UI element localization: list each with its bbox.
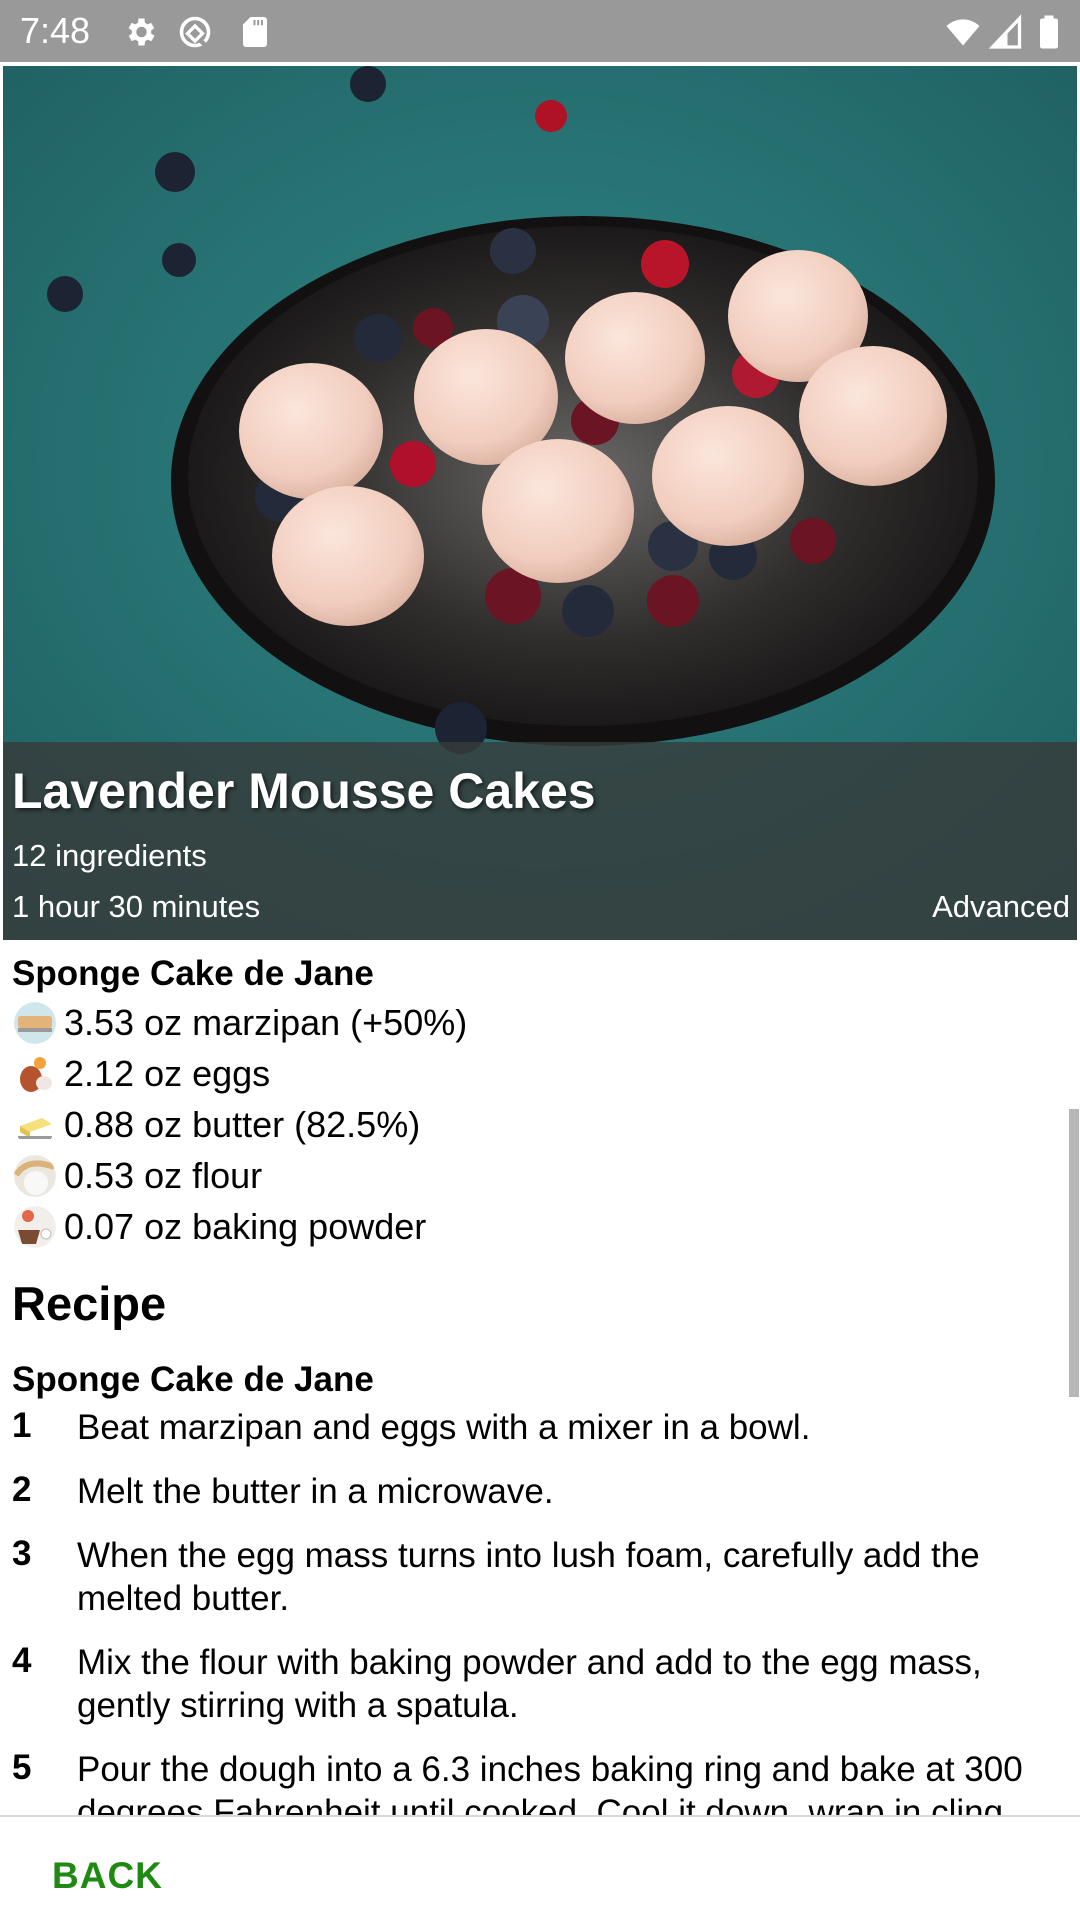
step-text: Pour the dough into a 6.3 inches baking … [77,1750,1023,1815]
step-number: 4 [12,1641,32,1680]
ingredients-count: 12 ingredients [12,838,207,873]
scrollbar[interactable] [1069,1109,1079,1397]
difficulty-level: Advanced [932,889,1070,924]
recipe-section-title: Sponge Cake de Jane [12,1360,374,1399]
butter-thumbnail [14,1104,56,1146]
sd-card-icon [243,17,267,47]
ingredient-item: 0.53 oz flour [14,1152,262,1200]
settings-icon [128,18,155,46]
step-text: Beat marzipan and eggs with a mixer in a… [77,1408,811,1447]
step-number: 3 [12,1534,32,1573]
ingredient-item: 0.07 oz baking powder [14,1203,426,1251]
data-saver-icon [179,16,211,48]
status-time: 7:48 [20,10,91,51]
cell-signal-icon [988,14,1022,49]
baking-powder-thumbnail [14,1206,56,1248]
step-text: When the egg mass turns into lush foam, … [77,1536,980,1618]
battery-icon [1040,15,1058,49]
step-number: 2 [12,1470,32,1509]
step-number: 5 [12,1748,32,1787]
status-bar: 7:48 [0,0,1080,62]
ingredient-item: 2.12 oz eggs [14,1050,270,1098]
ingredients-section-title: Sponge Cake de Jane [12,954,374,993]
step-text: Melt the butter in a microwave. [77,1472,554,1511]
back-button[interactable]: BACK [52,1855,163,1897]
recipe-heading: Recipe [12,1277,167,1330]
cooking-time: 1 hour 30 minutes [12,889,261,924]
ingredient-item: 3.53 oz marzipan (+50%) [14,999,467,1047]
recipe-title: Lavender Mousse Cakes [12,763,596,819]
eggs-thumbnail [14,1053,56,1095]
flour-thumbnail [14,1155,56,1197]
bottom-action-bar: BACK [0,1815,1080,1922]
marzipan-thumbnail [14,1002,56,1044]
step-number: 1 [12,1406,32,1445]
wifi-icon [946,19,980,46]
recipe-content[interactable]: Sponge Cake de Jane 3.53 oz marzipan (+5… [0,940,1080,1815]
ingredient-item: 0.88 oz butter (82.5%) [14,1101,420,1149]
step-text: Mix the flour with baking powder and add… [77,1643,982,1725]
